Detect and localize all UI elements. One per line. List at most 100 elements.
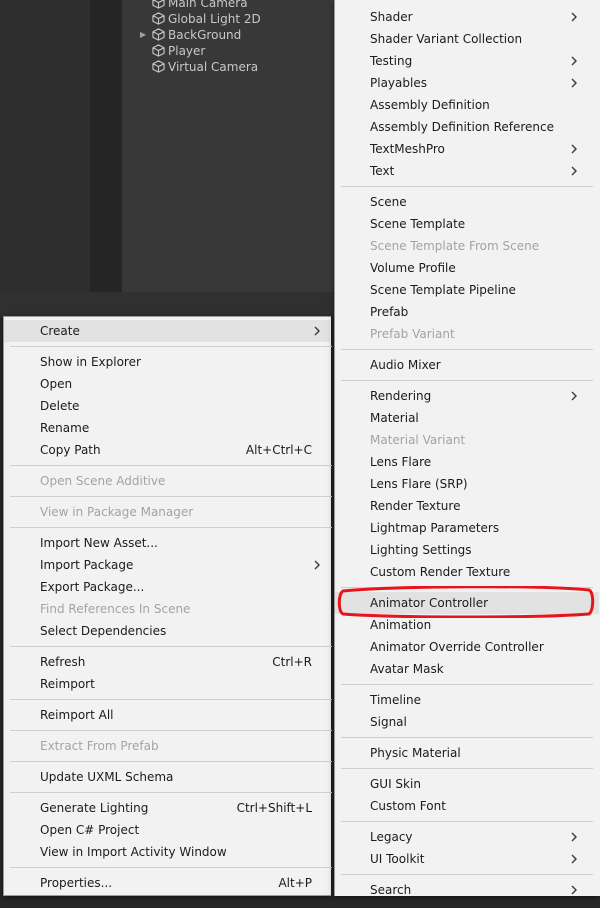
create-item-timeline[interactable]: Timeline bbox=[335, 689, 599, 711]
hierarchy-item-player[interactable]: Player bbox=[140, 43, 205, 59]
menu-item-label: Import New Asset... bbox=[40, 536, 158, 550]
create-item-shader[interactable]: Shader bbox=[335, 6, 599, 28]
create-item-legacy[interactable]: Legacy bbox=[335, 826, 599, 848]
menu-item-rename[interactable]: Rename bbox=[4, 417, 330, 439]
menu-item-label: Refresh bbox=[40, 655, 86, 669]
hierarchy-item-global-light-2d[interactable]: Global Light 2D bbox=[140, 11, 261, 27]
create-item-text[interactable]: Text bbox=[335, 160, 599, 182]
create-item-custom-font[interactable]: Custom Font bbox=[335, 795, 599, 817]
menu-item-label: Timeline bbox=[370, 693, 422, 707]
create-item-material[interactable]: Material bbox=[335, 407, 599, 429]
submenu-arrow-icon bbox=[569, 848, 579, 870]
menu-item-label: Generate Lighting bbox=[40, 801, 149, 815]
create-item-assembly-definition[interactable]: Assembly Definition bbox=[335, 94, 599, 116]
menu-item-copy-path[interactable]: Copy Path Alt+Ctrl+C bbox=[4, 439, 330, 461]
create-item-signal[interactable]: Signal bbox=[335, 711, 599, 733]
menu-item-select-dependencies[interactable]: Select Dependencies bbox=[4, 620, 330, 642]
create-item-shader-variant-collection[interactable]: Shader Variant Collection bbox=[335, 28, 599, 50]
create-item-render-texture[interactable]: Render Texture bbox=[335, 495, 599, 517]
create-item-lens-flare-srp[interactable]: Lens Flare (SRP) bbox=[335, 473, 599, 495]
menu-item-label: Rendering bbox=[370, 389, 432, 403]
menu-item-extract-from-prefab: Extract From Prefab bbox=[4, 735, 330, 757]
menu-separator bbox=[10, 496, 332, 497]
create-item-scene-template-pipeline[interactable]: Scene Template Pipeline bbox=[335, 279, 599, 301]
menu-item-label: UI Toolkit bbox=[370, 852, 425, 866]
hierarchy-item-background[interactable]: ▶ BackGround bbox=[140, 27, 241, 43]
menu-item-delete[interactable]: Delete bbox=[4, 395, 330, 417]
menu-item-open-c-project[interactable]: Open C# Project bbox=[4, 819, 330, 841]
menu-item-generate-lighting[interactable]: Generate Lighting Ctrl+Shift+L bbox=[4, 797, 330, 819]
menu-item-label: Signal bbox=[370, 715, 407, 729]
hierarchy-item-virtual-camera[interactable]: Virtual Camera bbox=[140, 59, 258, 75]
menu-item-label: Custom Font bbox=[370, 799, 446, 813]
submenu-arrow-icon bbox=[569, 385, 579, 407]
submenu-arrow-icon bbox=[569, 72, 579, 94]
create-item-ui-toolkit[interactable]: UI Toolkit bbox=[335, 848, 599, 870]
expand-arrow-icon[interactable]: ▶ bbox=[140, 27, 152, 43]
menu-separator bbox=[10, 867, 332, 868]
menu-item-label: Physic Material bbox=[370, 746, 461, 760]
menu-item-label: View in Import Activity Window bbox=[40, 845, 227, 859]
menu-item-label: Prefab bbox=[370, 305, 409, 319]
menu-separator bbox=[10, 792, 332, 793]
submenu-arrow-icon bbox=[569, 879, 579, 901]
create-item-rendering[interactable]: Rendering bbox=[335, 385, 599, 407]
menu-item-import-new-asset[interactable]: Import New Asset... bbox=[4, 532, 330, 554]
menu-separator bbox=[341, 874, 593, 875]
create-item-assembly-definition-reference[interactable]: Assembly Definition Reference bbox=[335, 116, 599, 138]
create-item-gui-skin[interactable]: GUI Skin bbox=[335, 773, 599, 795]
menu-item-label: Volume Profile bbox=[370, 261, 456, 275]
create-item-scene-template[interactable]: Scene Template bbox=[335, 213, 599, 235]
menu-item-refresh[interactable]: Refresh Ctrl+R bbox=[4, 651, 330, 673]
menu-item-reimport-all[interactable]: Reimport All bbox=[4, 704, 330, 726]
menu-separator bbox=[10, 646, 332, 647]
create-item-lens-flare[interactable]: Lens Flare bbox=[335, 451, 599, 473]
submenu-arrow-icon bbox=[312, 320, 322, 342]
menu-item-label: Animation bbox=[370, 618, 432, 632]
create-item-audio-mixer[interactable]: Audio Mixer bbox=[335, 354, 599, 376]
menu-separator bbox=[10, 730, 332, 731]
menu-item-label: Lens Flare (SRP) bbox=[370, 477, 468, 491]
menu-item-create[interactable]: Create bbox=[4, 320, 330, 342]
hierarchy-item-main-camera[interactable]: Main Camera bbox=[140, 0, 248, 11]
create-item-physic-material[interactable]: Physic Material bbox=[335, 742, 599, 764]
create-item-textmeshpro[interactable]: TextMeshPro bbox=[335, 138, 599, 160]
menu-item-label: Show in Explorer bbox=[40, 355, 141, 369]
menu-item-properties[interactable]: Properties... Alt+P bbox=[4, 872, 330, 894]
create-item-avatar-mask[interactable]: Avatar Mask bbox=[335, 658, 599, 680]
menu-item-label: Animator Controller bbox=[370, 596, 489, 610]
create-item-lightmap-parameters[interactable]: Lightmap Parameters bbox=[335, 517, 599, 539]
menu-item-open[interactable]: Open bbox=[4, 373, 330, 395]
menu-separator bbox=[341, 186, 593, 187]
create-item-animator-controller[interactable]: Animator Controller bbox=[335, 592, 599, 614]
menu-item-label: Custom Render Texture bbox=[370, 565, 511, 579]
create-item-search[interactable]: Search bbox=[335, 879, 599, 901]
menu-item-update-uxml-schema[interactable]: Update UXML Schema bbox=[4, 766, 330, 788]
create-item-animation[interactable]: Animation bbox=[335, 614, 599, 636]
menu-separator bbox=[341, 768, 593, 769]
menu-item-label: Lens Flare bbox=[370, 455, 432, 469]
create-item-volume-profile[interactable]: Volume Profile bbox=[335, 257, 599, 279]
create-item-prefab[interactable]: Prefab bbox=[335, 301, 599, 323]
menu-item-reimport[interactable]: Reimport bbox=[4, 673, 330, 695]
menu-item-label: Export Package... bbox=[40, 580, 145, 594]
menu-item-label: Extract From Prefab bbox=[40, 739, 159, 753]
menu-item-show-in-explorer[interactable]: Show in Explorer bbox=[4, 351, 330, 373]
create-item-animator-override-controller[interactable]: Animator Override Controller bbox=[335, 636, 599, 658]
create-item-testing[interactable]: Testing bbox=[335, 50, 599, 72]
create-item-playables[interactable]: Playables bbox=[335, 72, 599, 94]
menu-item-label: Open C# Project bbox=[40, 823, 140, 837]
menu-item-label: Legacy bbox=[370, 830, 413, 844]
create-item-scene-template-from-scene: Scene Template From Scene bbox=[335, 235, 599, 257]
menu-item-view-in-import-activity-window[interactable]: View in Import Activity Window bbox=[4, 841, 330, 863]
create-item-scene[interactable]: Scene bbox=[335, 191, 599, 213]
create-item-custom-render-texture[interactable]: Custom Render Texture bbox=[335, 561, 599, 583]
menu-item-import-package[interactable]: Import Package bbox=[4, 554, 330, 576]
create-item-lighting-settings[interactable]: Lighting Settings bbox=[335, 539, 599, 561]
submenu-arrow-icon bbox=[569, 138, 579, 160]
menu-item-export-package[interactable]: Export Package... bbox=[4, 576, 330, 598]
menu-item-label: Scene Template From Scene bbox=[370, 239, 540, 253]
menu-item-label: Update UXML Schema bbox=[40, 770, 174, 784]
menu-item-label: Create bbox=[40, 324, 80, 338]
menu-item-label: Avatar Mask bbox=[370, 662, 444, 676]
